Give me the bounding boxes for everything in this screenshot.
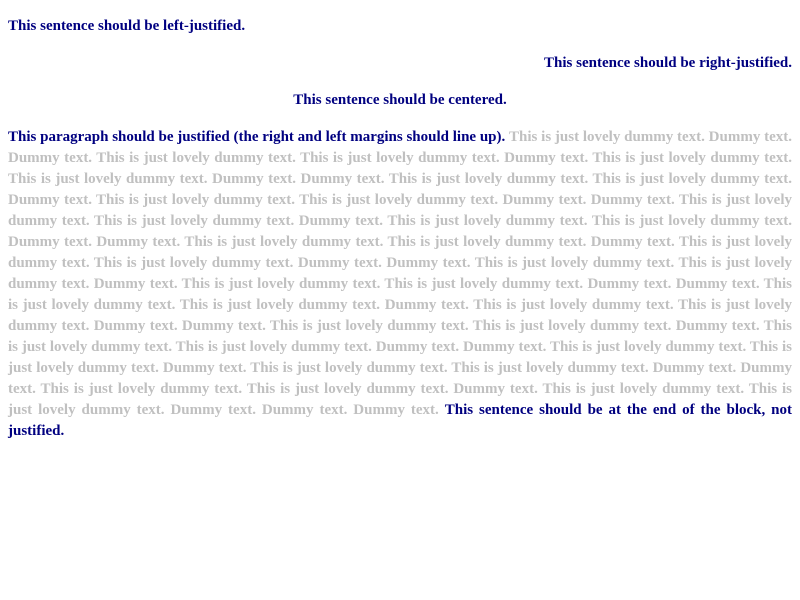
centered-sentence: This sentence should be centered. xyxy=(293,92,507,108)
paragraph-lead-sentence: This paragraph should be justified (the … xyxy=(8,129,506,145)
right-justified-sentence: This sentence should be right-justified. xyxy=(544,55,792,71)
justified-paragraph: This paragraph should be justified (the … xyxy=(8,127,792,442)
dummy-text: This is just lovely dummy text. Dummy te… xyxy=(8,129,793,418)
page-content: This sentence should be left-justified. … xyxy=(8,0,792,442)
left-justified-sentence: This sentence should be left-justified. xyxy=(8,18,246,34)
